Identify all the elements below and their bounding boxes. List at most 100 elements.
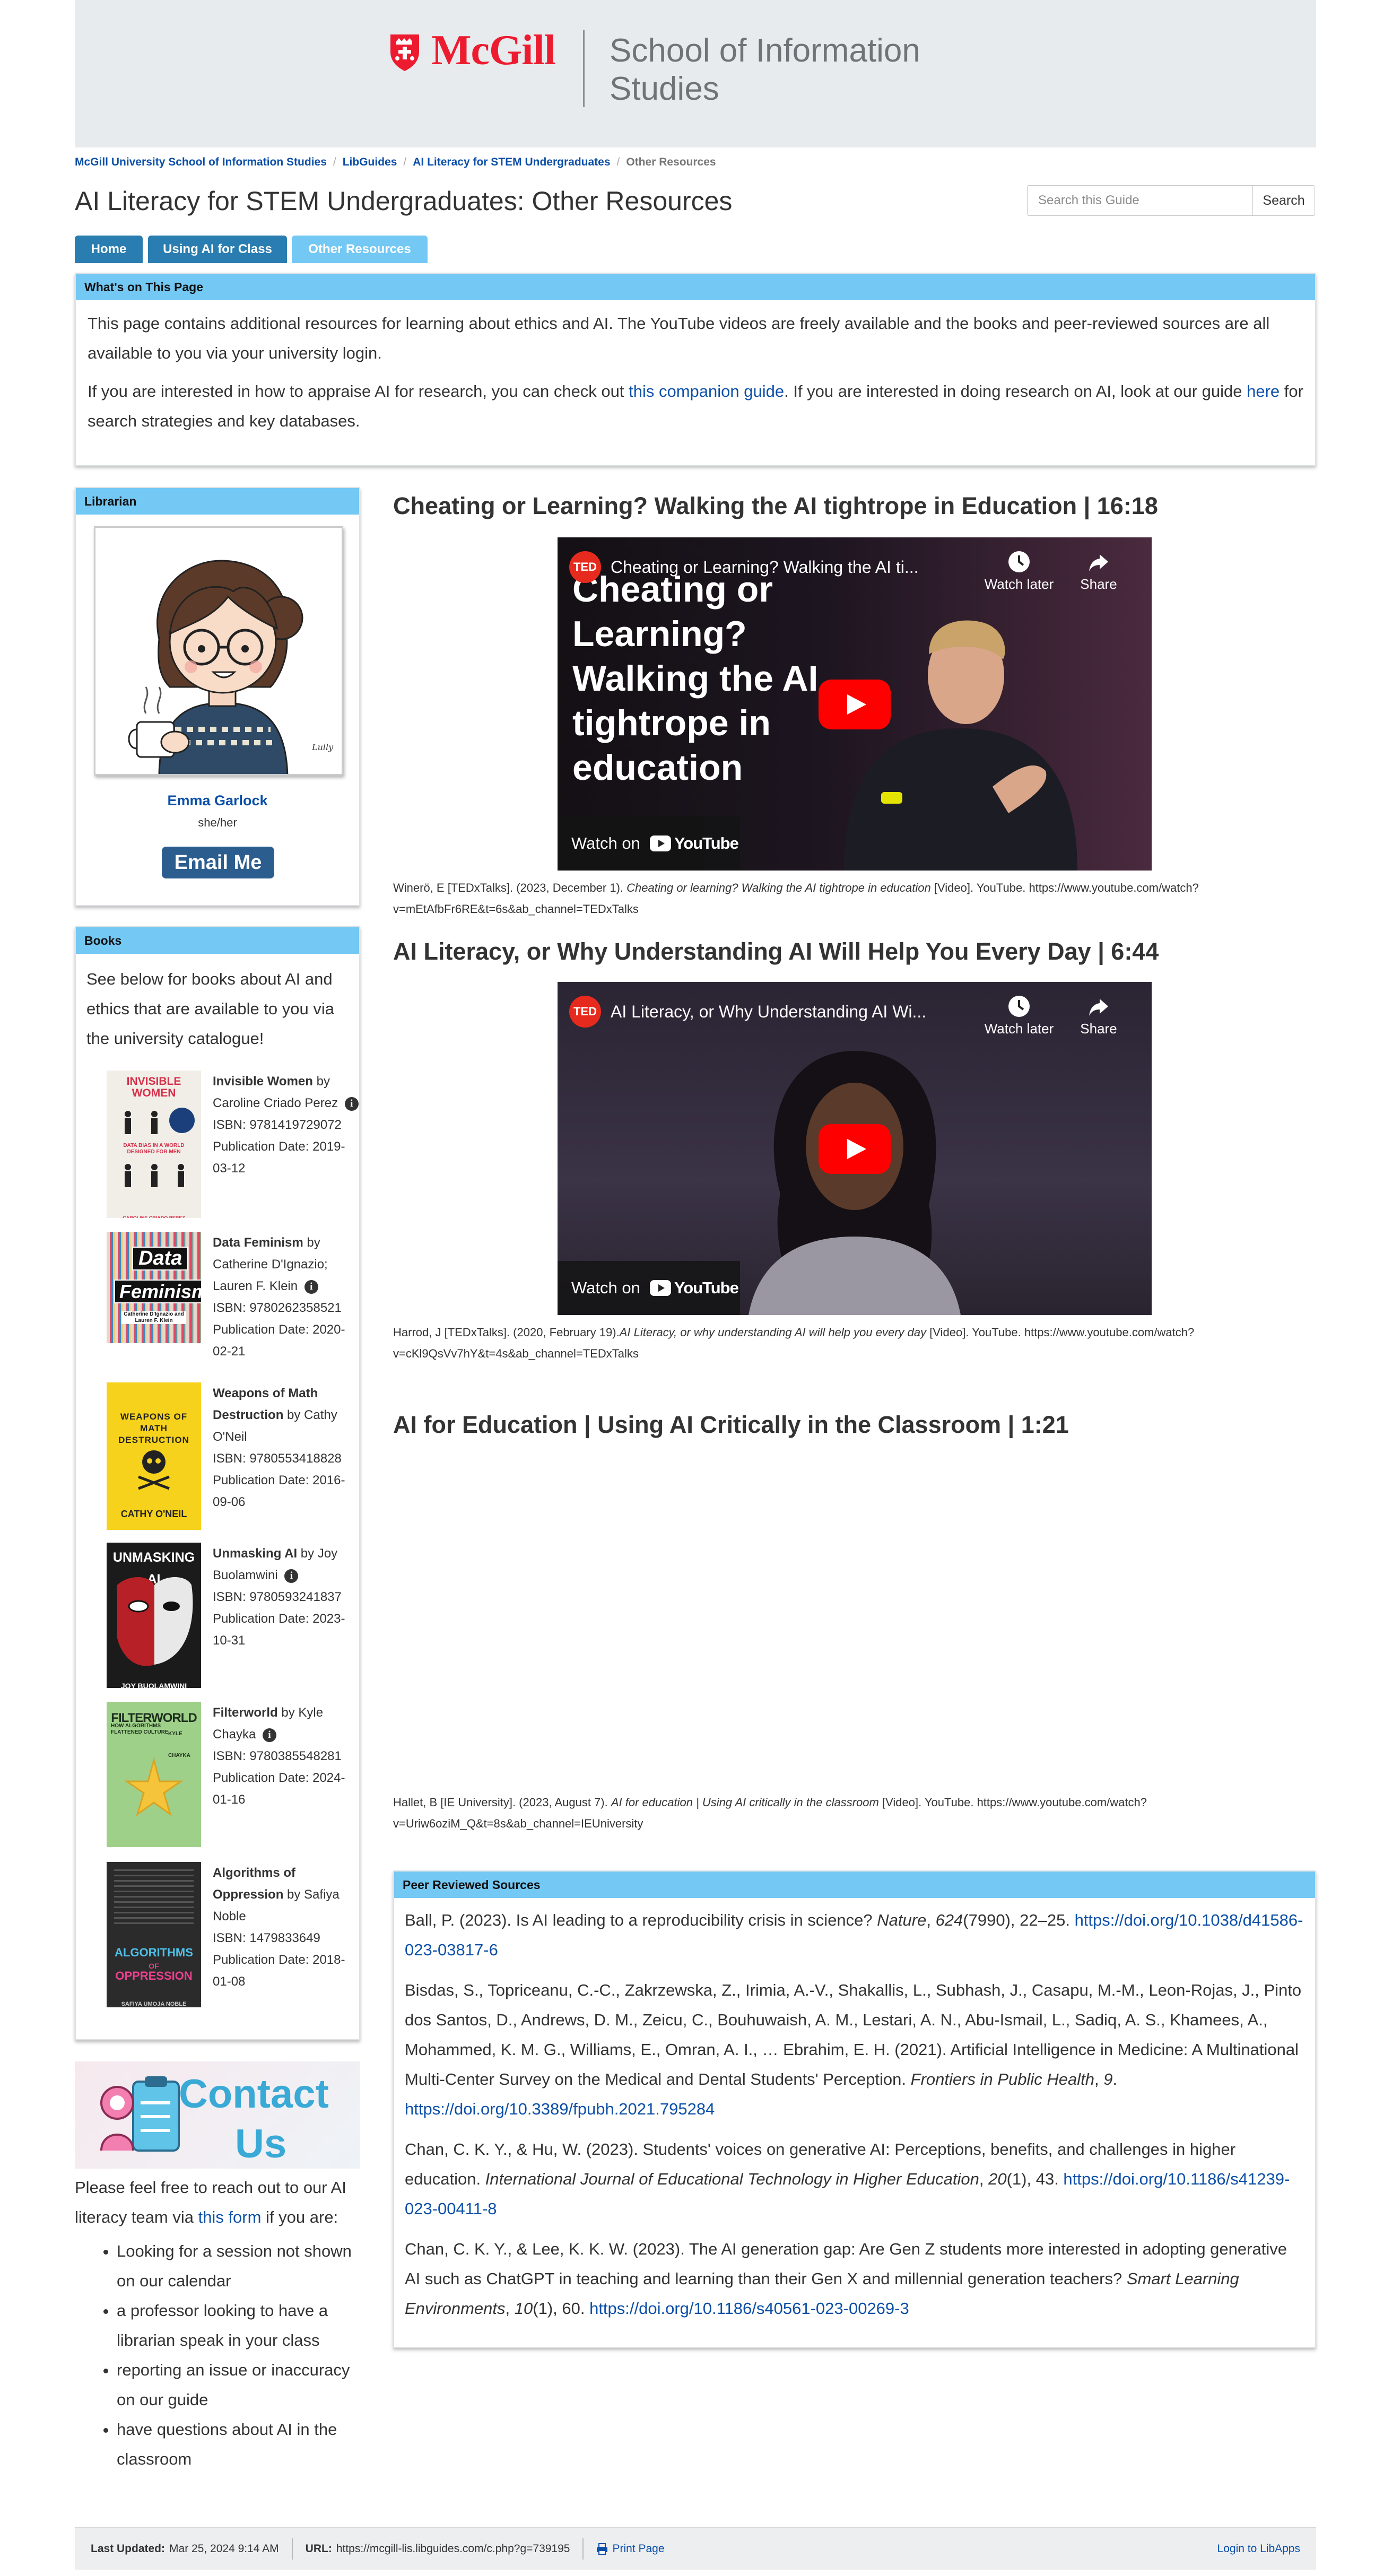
whats-on-guide-text: If you are interested in how to appraise… (88, 382, 1303, 430)
youtube-logo-icon (649, 836, 671, 851)
avatar-signature: Lully (312, 742, 334, 752)
breadcrumb-link-guide[interactable]: AI Literacy for STEM Undergraduates (413, 156, 610, 168)
book-isbn: ISBN: 9781419729072 (213, 1118, 342, 1132)
doi-link[interactable]: https://doi.org/10.3389/fpubh.2021.79528… (405, 2100, 715, 2118)
contact-reasons-list: Looking for a session not shown on our c… (117, 2236, 366, 2474)
search-button[interactable]: Search (1252, 185, 1315, 216)
starfish-shape-icon (124, 1757, 184, 1816)
clock-icon (1008, 996, 1030, 1017)
search-input[interactable] (1027, 185, 1253, 216)
book-cover-filterworld[interactable]: FILTERWORLD HOW ALGORITHMS FLATTENED CUL… (107, 1702, 201, 1847)
list-item: Looking for a session not shown on our c… (117, 2236, 366, 2296)
play-button-icon[interactable] (819, 680, 891, 729)
url-value: https://mcgill-lis.libguides.com/c.php?g… (336, 2542, 570, 2555)
watch-on-youtube-button[interactable]: Watch on YouTube (558, 816, 740, 871)
whats-on-page-panel: What's on This Page This page contains a… (75, 273, 1316, 466)
book-isbn: ISBN: 9780262358521 (213, 1301, 342, 1315)
video-title: Cheating or Learning? Walking the AI tig… (393, 492, 1158, 519)
book-details: Algorithms of Oppression by Safiya Noble… (213, 1866, 345, 1989)
watch-later-button[interactable]: Watch later (977, 995, 1061, 1037)
site-header: McGill School of Information Studies (75, 0, 1316, 147)
watch-later-button[interactable]: Watch later (977, 550, 1061, 593)
watch-on-youtube-button[interactable]: Watch on YouTube (558, 1261, 740, 1315)
book-item: FILTERWORLD HOW ALGORITHMS FLATTENED CUL… (93, 1702, 369, 1850)
player-title[interactable]: Cheating or Learning? Walking the AI ti.… (611, 558, 1008, 577)
reference-item: Chan, C. K. Y., & Lee, K. K. W. (2023). … (405, 2240, 1287, 2318)
mcgill-shield-icon (390, 34, 419, 71)
mcgill-logo-text[interactable]: McGill (431, 27, 556, 75)
book-title-link[interactable]: Data Feminism (213, 1235, 303, 1250)
share-button[interactable]: Share (1067, 995, 1130, 1037)
print-page-link[interactable]: Print Page (612, 2543, 664, 2555)
book-details: Weapons of Math Destruction by Cathy O'N… (213, 1386, 345, 1509)
video-overlay-text: Cheating or Learning? Walking the AI tig… (572, 569, 819, 788)
list-item: have questions about AI in the classroom (117, 2415, 366, 2474)
share-icon (1089, 999, 1108, 1016)
book-cover-unmasking-ai[interactable]: UNMASKING AI JOY BUOLAMWINI (107, 1543, 201, 1688)
doi-link[interactable]: https://doi.org/10.1186/s40561-023-00269… (589, 2299, 909, 2318)
youtube-embed[interactable]: TED AI Literacy, or Why Understanding AI… (558, 982, 1152, 1315)
tab-using-ai-for-class[interactable]: Using AI for Class (148, 236, 287, 263)
breadcrumb: McGill University School of Information … (75, 156, 716, 169)
school-name: School of Information Studies (610, 32, 920, 107)
info-icon[interactable]: i (304, 1280, 318, 1294)
video-title: AI for Education | Using AI Critically i… (393, 1411, 1069, 1438)
panel-heading: What's on This Page (76, 274, 1315, 300)
librarian-panel: Librarian Lully Emma Garlock she/her Ema… (75, 487, 360, 906)
book-item: WEAPONS OF MATH DESTRUCTION CATHY O'NEIL… (93, 1382, 369, 1531)
clock-icon (1008, 551, 1030, 572)
channel-badge-icon[interactable]: TED (569, 551, 601, 583)
breadcrumb-link-libguides[interactable]: LibGuides (343, 156, 397, 168)
book-isbn: ISBN: 1479833649 (213, 1931, 320, 1945)
youtube-embed-blank[interactable] (558, 1448, 1152, 1781)
research-guide-link[interactable]: here (1247, 382, 1280, 401)
book-isbn: ISBN: 9780553418828 (213, 1451, 342, 1466)
whats-on-intro: This page contains additional resources … (88, 314, 1270, 362)
contact-intro: Please feel free to reach out to our AI … (75, 2178, 346, 2226)
share-icon (1089, 554, 1108, 571)
youtube-embed[interactable]: Cheating or Learning? Walking the AI tig… (558, 537, 1152, 871)
info-icon[interactable]: i (284, 1569, 299, 1583)
play-button-icon[interactable] (819, 1124, 891, 1174)
books-intro: See below for books about AI and ethics … (86, 970, 334, 1048)
book-title-link[interactable]: Filterworld (213, 1705, 278, 1720)
login-libapps-link[interactable]: Login to LibApps (1217, 2543, 1300, 2555)
book-cover-data-feminism[interactable]: Data Feminism Catherine D'Ignazio and La… (107, 1232, 201, 1343)
book-pubdate: Publication Date: 2019-03-12 (213, 1139, 345, 1176)
player-title[interactable]: AI Literacy, or Why Understanding AI Wi.… (611, 1002, 966, 1022)
channel-badge-icon[interactable]: TED (569, 996, 601, 1028)
page-title: AI Literacy for STEM Undergraduates: Oth… (75, 186, 733, 216)
email-me-button[interactable]: Email Me (162, 847, 274, 878)
librarian-portrait-icon (128, 560, 303, 774)
video-title: AI Literacy, or Why Understanding AI Wil… (393, 938, 1159, 965)
info-icon[interactable]: i (344, 1096, 359, 1111)
tab-home[interactable]: Home (75, 236, 143, 263)
peer-reviewed-panel: Peer Reviewed Sources Ball, P. (2023). I… (393, 1870, 1316, 2348)
youtube-logo-icon (649, 1280, 671, 1296)
book-item: UNMASKING AI JOY BUOLAMWINI Unmasking AI… (93, 1543, 369, 1691)
book-details: Filterworld by Kyle Chayka i ISBN: 97803… (213, 1705, 345, 1807)
book-title-link[interactable]: Unmasking AI (213, 1546, 297, 1561)
reference-item: Bisdas, S., Topriceanu, C.-C., Zakrzewsk… (405, 1981, 1302, 2118)
video-citation: Hallet, B [IE University]. (2023, August… (393, 1796, 1147, 1830)
book-pubdate: Publication Date: 2023-10-31 (213, 1612, 345, 1648)
companion-guide-link[interactable]: this companion guide (629, 382, 784, 401)
info-icon[interactable]: i (263, 1728, 277, 1742)
page-footer: Last Updated: Mar 25, 2024 9:14 AM URL: … (75, 2527, 1316, 2570)
book-isbn: ISBN: 9780385548281 (213, 1749, 342, 1763)
tab-other-resources[interactable]: Other Resources (292, 236, 428, 263)
contact-form-link[interactable]: this form (198, 2208, 262, 2226)
book-cover-algorithms-of-oppression[interactable]: ALGORITHMS OF OPPRESSION SAFIYA UMOJA NO… (107, 1862, 201, 2007)
book-title-link[interactable]: Invisible Women (213, 1074, 313, 1089)
share-button[interactable]: Share (1067, 550, 1130, 593)
breadcrumb-link-school[interactable]: McGill University School of Information … (75, 156, 327, 168)
book-author: Caroline Criado Perez (213, 1096, 338, 1110)
panel-heading: Librarian (76, 488, 359, 515)
breadcrumb-separator: / (403, 156, 407, 168)
book-item: ALGORITHMS OF OPPRESSION SAFIYA UMOJA NO… (93, 1862, 369, 2011)
book-details: Invisible Women by Caroline Criado Perez… (213, 1071, 361, 1179)
reference-item: Chan, C. K. Y., & Hu, W. (2023). Student… (405, 2140, 1290, 2218)
book-cover-weapons-of-math[interactable]: WEAPONS OF MATH DESTRUCTION CATHY O'NEIL (107, 1382, 201, 1530)
book-cover-invisible-women[interactable]: INVISIBLE WOMEN DATA BIAS IN A WORLD DES… (107, 1071, 201, 1218)
librarian-name[interactable]: Emma Garlock (76, 793, 359, 809)
